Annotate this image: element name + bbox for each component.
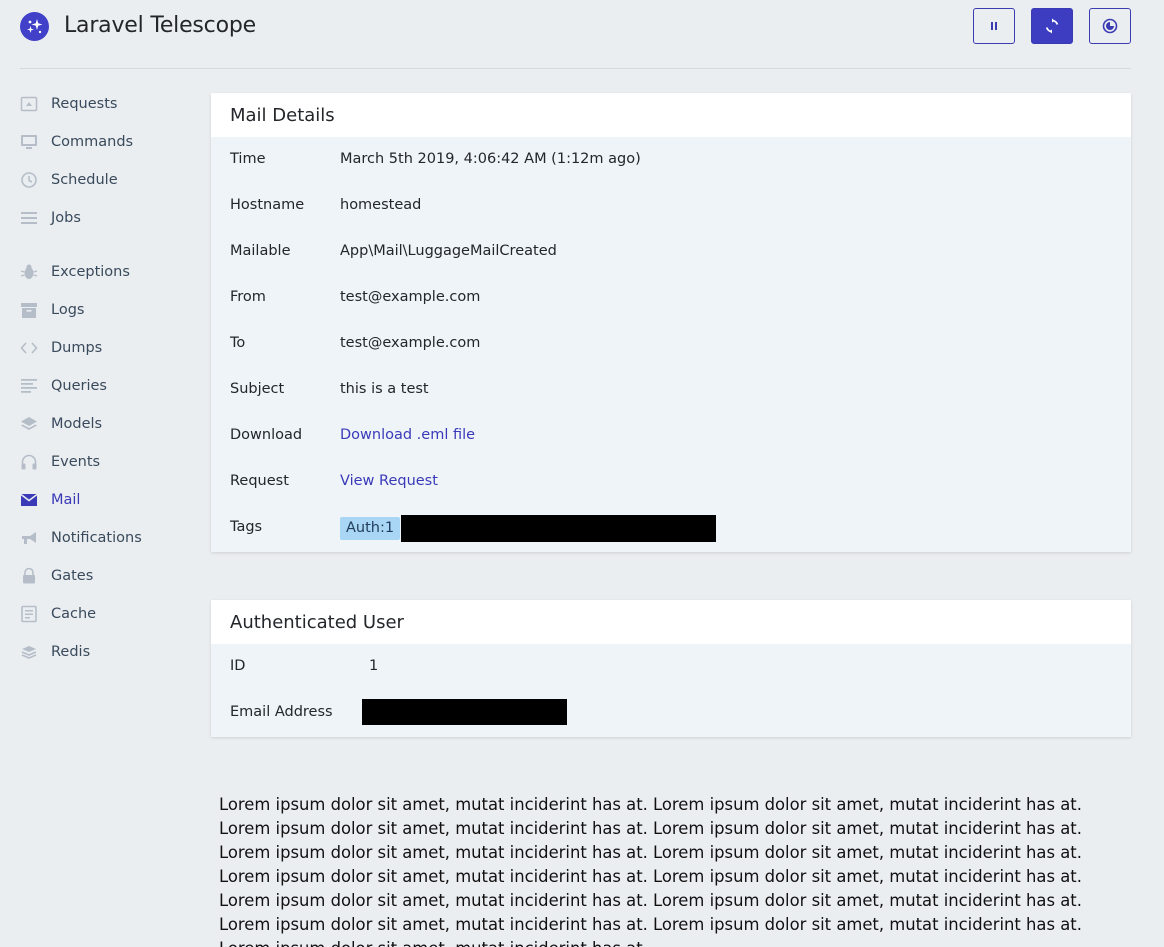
time-value: March 5th 2019, 4:06:42 AM (1:12m ago) [340,151,641,167]
row-key: Subject [230,381,285,397]
mail-details-card: Mail Details Time March 5th 2019, 4:06:4… [211,93,1131,552]
envelope-icon [20,491,38,509]
archive-icon [20,301,38,319]
subject-value: this is a test [340,381,429,397]
note-icon [20,605,38,623]
from-value: test@example.com [340,289,481,305]
detail-row-mailable: Mailable App\Mail\LuggageMailCreated [211,229,1131,275]
headphones-icon [20,453,38,471]
app-title: Laravel Telescope [64,13,256,38]
sidebar-item-label: Gates [51,568,94,584]
sidebar-item-label: Jobs [51,210,81,226]
sidebar-item-label: Dumps [51,340,103,356]
sidebar-item-label: Requests [51,96,118,112]
sidebar-item-label: Cache [51,606,97,622]
telescope-logo-icon [20,12,49,41]
pause-icon [991,22,997,30]
body-paragraph: Lorem ipsum dolor sit amet, mutat incide… [219,795,1082,947]
row-key: Hostname [230,197,305,213]
detail-row-to: To test@example.com [211,321,1131,367]
user-id-value: 1 [369,658,379,674]
sidebar-item-dumps[interactable]: Dumps [20,329,190,367]
row-key: Tags [230,519,263,535]
sidebar-item-gates[interactable]: Gates [20,557,190,595]
lock-icon [20,567,38,585]
bug-icon [20,263,38,281]
sidebar-item-logs[interactable]: Logs [20,291,190,329]
sidebar-item-queries[interactable]: Queries [20,367,190,405]
monitor-icon [20,133,38,151]
sidebar-item-jobs[interactable]: Jobs [20,199,190,237]
sidebar-item-redis[interactable]: Redis [20,633,190,671]
list-icon [20,209,38,227]
code-icon [20,339,38,357]
authenticated-user-card: Authenticated User ID 1 Email Address [211,600,1131,737]
detail-row-subject: Subject this is a test [211,367,1131,413]
sidebar-item-label: Logs [51,302,85,318]
detail-row-download: Download Download .eml file [211,413,1131,459]
row-key: Mailable [230,243,291,259]
sidebar-item-label: Mail [51,492,81,508]
row-key: Email Address [230,704,333,720]
user-row-email: Email Address [211,690,1131,736]
sidebar-item-label: Events [51,454,101,470]
detail-row-time: Time March 5th 2019, 4:06:42 AM (1:12m a… [211,137,1131,183]
redacted-block [401,515,716,542]
sidebar-item-mail[interactable]: Mail [20,481,190,519]
lines-icon [20,377,38,395]
pause-button[interactable] [973,8,1015,44]
sidebar-item-label: Commands [51,134,134,150]
row-key: Time [230,151,266,167]
stack-icon [20,643,38,661]
sidebar-item-commands[interactable]: Commands [20,123,190,161]
detail-row-tags: Tags Auth:1 [211,505,1131,551]
sidebar-item-label: Schedule [51,172,118,188]
sidebar-item-label: Exceptions [51,264,130,280]
sidebar-item-label: Notifications [51,530,142,546]
mailable-value: App\Mail\LuggageMailCreated [340,243,557,259]
sidebar-item-label: Models [51,416,103,432]
row-key: Download [230,427,303,443]
refresh-icon [1045,18,1059,34]
to-value: test@example.com [340,335,481,351]
row-key: To [230,335,246,351]
requests-icon [20,95,38,113]
view-request-link[interactable]: View Request [340,473,438,489]
sidebar-item-events[interactable]: Events [20,443,190,481]
tag-badge[interactable]: Auth:1 [340,517,401,540]
refresh-button[interactable] [1031,8,1073,44]
card-title: Authenticated User [211,600,1131,644]
redacted-block [362,699,567,725]
hostname-value: homestead [340,197,422,213]
sidebar-item-label: Queries [51,378,107,394]
download-eml-link[interactable]: Download .eml file [340,427,475,443]
row-key: Request [230,473,289,489]
sidebar-item-models[interactable]: Models [20,405,190,443]
detail-row-from: From test@example.com [211,275,1131,321]
sidebar-item-requests[interactable]: Requests [20,85,190,123]
row-key: From [230,289,266,305]
detail-row-hostname: Hostname homestead [211,183,1131,229]
layers-icon [20,415,38,433]
user-row-id: ID 1 [211,644,1131,690]
theme-button[interactable] [1089,8,1131,44]
clock-icon [20,171,38,189]
card-title: Mail Details [211,93,1131,137]
sidebar-item-label: Redis [51,644,91,660]
sidebar-item-notifications[interactable]: Notifications [20,519,190,557]
app-header: Laravel Telescope [20,0,1131,69]
megaphone-icon [20,529,38,547]
sidebar-item-schedule[interactable]: Schedule [20,161,190,199]
detail-row-request: Request View Request [211,459,1131,505]
sidebar-item-exceptions[interactable]: Exceptions [20,253,190,291]
theme-icon [1102,18,1118,34]
row-key: ID [230,658,246,674]
sidebar-item-cache[interactable]: Cache [20,595,190,633]
